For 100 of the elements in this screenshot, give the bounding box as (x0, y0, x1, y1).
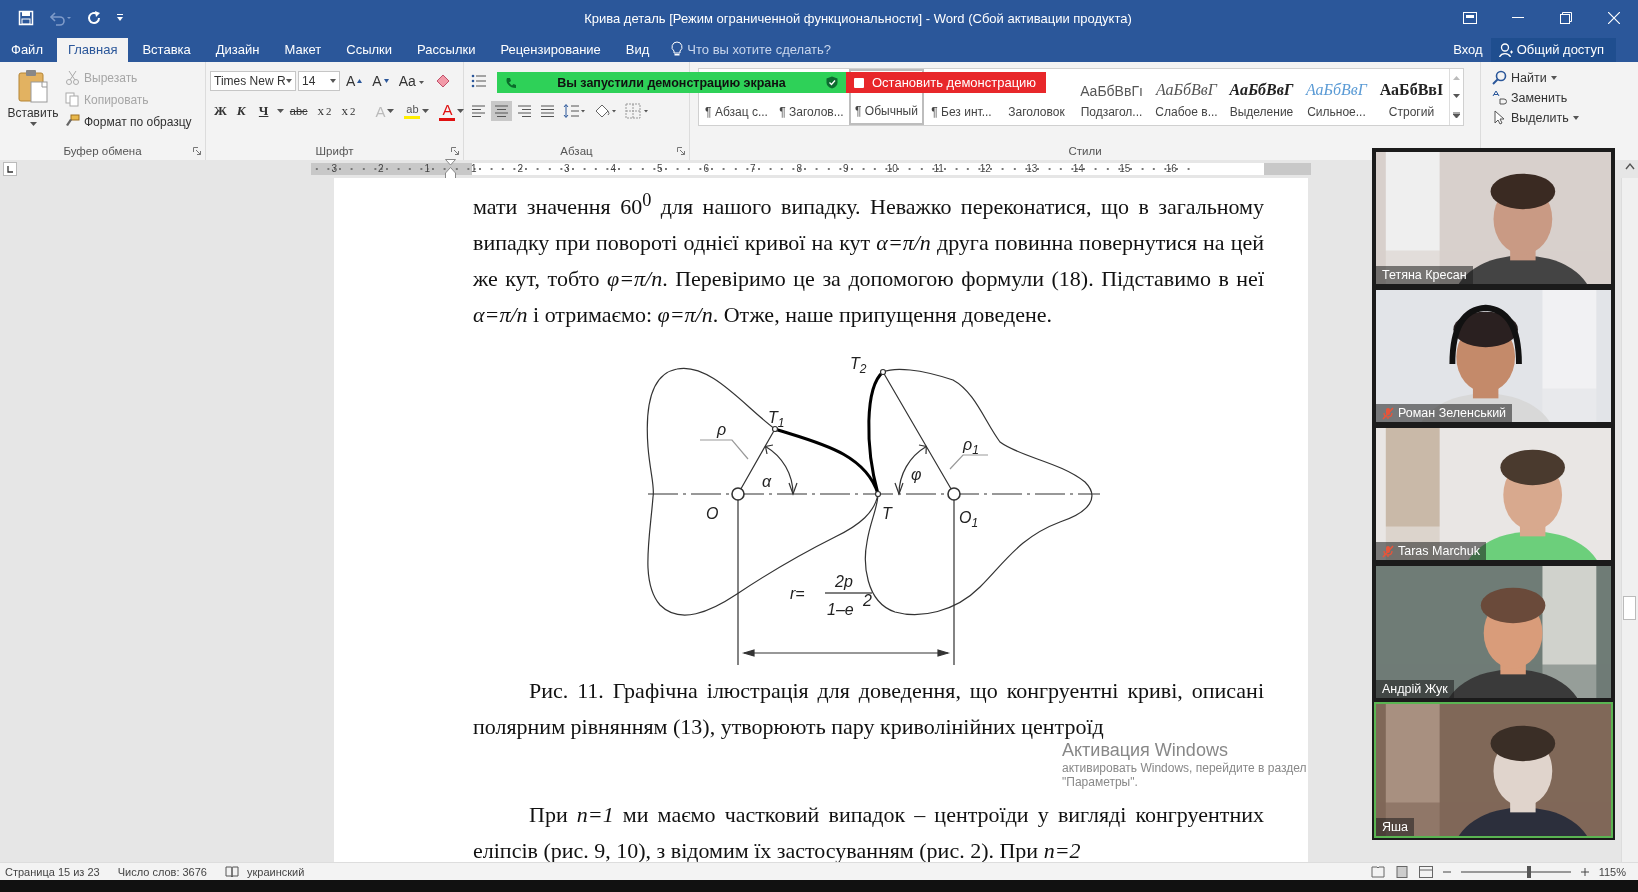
phone-icon (505, 76, 517, 89)
zoom-in-icon (1580, 867, 1589, 876)
ruler-number: 6 (701, 163, 712, 175)
align-justify-icon (540, 104, 555, 118)
save-icon (18, 10, 34, 26)
lightbulb-icon (671, 41, 684, 57)
formula-text: 2 (863, 592, 872, 610)
word-count: Число слов: 3676 (117, 865, 207, 878)
caret-icon (286, 79, 292, 83)
ruler-number: 1 (422, 163, 433, 175)
shrink-font-button[interactable]: A (368, 72, 393, 90)
share-button[interactable]: Общий доступ (1490, 38, 1616, 62)
stop-sharing-button[interactable]: Остановить демонстрацию (846, 72, 1046, 93)
ribbon-tab[interactable]: Вставка (131, 38, 202, 62)
formula-text: 2p (835, 573, 853, 591)
point-label: T$_{1}$ (768, 409, 785, 431)
video-tile[interactable]: Роман Зеленський (1374, 288, 1613, 424)
group-label: Стили (1068, 145, 1102, 157)
style-item[interactable]: АаБбВвГ Слабое в... (1149, 69, 1224, 125)
zoom-slider-thumb[interactable] (1526, 865, 1531, 878)
font-color-button[interactable]: A (435, 100, 469, 122)
caret-icon (330, 79, 336, 83)
dialog-launcher-icon (677, 147, 685, 155)
style-item[interactable]: АаБбВвГ Выделение (1224, 69, 1299, 125)
video-tile[interactable]: Яша (1374, 702, 1613, 838)
grow-font-button[interactable]: A (342, 72, 367, 90)
activation-message: "Параметры". (1062, 775, 1139, 789)
clipboard-icon (17, 68, 49, 104)
group-label: Абзац (560, 145, 593, 157)
ribbon-tab[interactable]: Макет (273, 38, 333, 62)
ribbon-tab[interactable]: Ссылки (335, 38, 404, 62)
ruler-number: 13 (1024, 163, 1040, 175)
formula-text: r= (790, 585, 805, 603)
proofing-book-icon (224, 865, 239, 878)
participant-name: Роман Зеленський (1398, 406, 1507, 420)
caret-icon (1572, 115, 1579, 120)
ribbon-display-icon (1463, 12, 1477, 24)
participant-name: Андрій Жук (1382, 682, 1448, 696)
ruler-number: 2 (515, 163, 526, 175)
dialog-launcher-icon (193, 147, 201, 155)
style-item[interactable]: АаБбВвГ Сильное... (1299, 69, 1374, 125)
align-center-button[interactable] (491, 101, 512, 121)
sign-in-link[interactable]: Вход (1445, 42, 1491, 62)
underline-button[interactable]: Ч (254, 102, 275, 120)
more-icon (1453, 112, 1460, 118)
change-case-button[interactable]: Aa (394, 72, 429, 90)
video-tile[interactable]: Тетяна Кресан (1374, 150, 1613, 286)
zoom-level: 115% (1598, 865, 1626, 878)
ribbon-tab[interactable]: Главная (56, 38, 129, 62)
caret-icon (116, 14, 124, 22)
bold-button[interactable]: Ж (210, 102, 231, 120)
ribbon-tab[interactable]: Дизайн (204, 38, 271, 62)
align-right-icon (517, 104, 532, 118)
ruler-number: 12 (977, 163, 993, 175)
activation-message: активировать Windows, перейдите в раздел (1062, 761, 1307, 775)
ruler-number: 14 (1070, 163, 1086, 175)
tell-me-field[interactable]: Что вы хотите сделать? (687, 41, 858, 57)
video-tile[interactable]: Taras Marchuk (1374, 426, 1613, 562)
formula-text: 1–e (827, 601, 854, 619)
clipboard-action[interactable]: Формат по образцу (62, 112, 195, 131)
shield-icon (826, 76, 838, 89)
ruler-number: 7 (747, 163, 758, 175)
ribbon-tab[interactable]: Файл (0, 38, 54, 62)
video-tile[interactable]: Андрій Жук (1374, 564, 1613, 700)
replace-icon (1492, 90, 1507, 105)
select-button[interactable]: Выделить (1489, 108, 1582, 127)
point-label: φ (911, 466, 922, 484)
paintbrush-icon (65, 114, 80, 129)
person-icon (1498, 42, 1513, 57)
style-item[interactable]: АаБбВвI Строгий (1374, 69, 1449, 125)
font-size-dropdown[interactable]: 14 (298, 71, 340, 91)
ribbon-tab[interactable]: Вид (614, 38, 661, 62)
italic-button[interactable]: К (232, 102, 253, 120)
ruler-number: 1 (468, 163, 479, 175)
find-button[interactable]: Найти (1489, 68, 1582, 87)
ruler-number: 3 (329, 163, 340, 175)
activation-title: Активация Windows (1062, 740, 1229, 761)
caret-icon (1550, 75, 1557, 80)
scrollbar-thumb[interactable] (1623, 596, 1636, 620)
line-spacing-icon (563, 103, 585, 119)
caret-icon (422, 109, 430, 113)
scroll-up-icon (1625, 162, 1635, 170)
language-indicator: украинский (246, 865, 305, 878)
search-icon (1492, 70, 1507, 85)
tab-stop-icon (3, 162, 17, 176)
point-label: O (706, 505, 719, 523)
participant-name: Taras Marchuk (1398, 544, 1480, 558)
font-family-dropdown[interactable]: Times New R (210, 71, 296, 91)
paste-button[interactable]: Вставить (4, 66, 62, 142)
caret-icon (457, 109, 465, 113)
caret-icon (29, 122, 37, 126)
ribbon-tab[interactable]: Рассылки (406, 38, 487, 62)
highlight-button[interactable]: ab (400, 102, 434, 120)
point-label: T$_{2}$ (850, 355, 867, 377)
ribbon-tab[interactable]: Рецензирование (489, 38, 612, 62)
ruler-number: 4 (608, 163, 619, 175)
replace-button[interactable]: Заменить (1489, 88, 1582, 107)
style-item[interactable]: АаБбВвГı Подзагол... (1074, 69, 1149, 125)
strike-button[interactable]: abc (285, 104, 312, 118)
point-label: T (882, 505, 892, 523)
